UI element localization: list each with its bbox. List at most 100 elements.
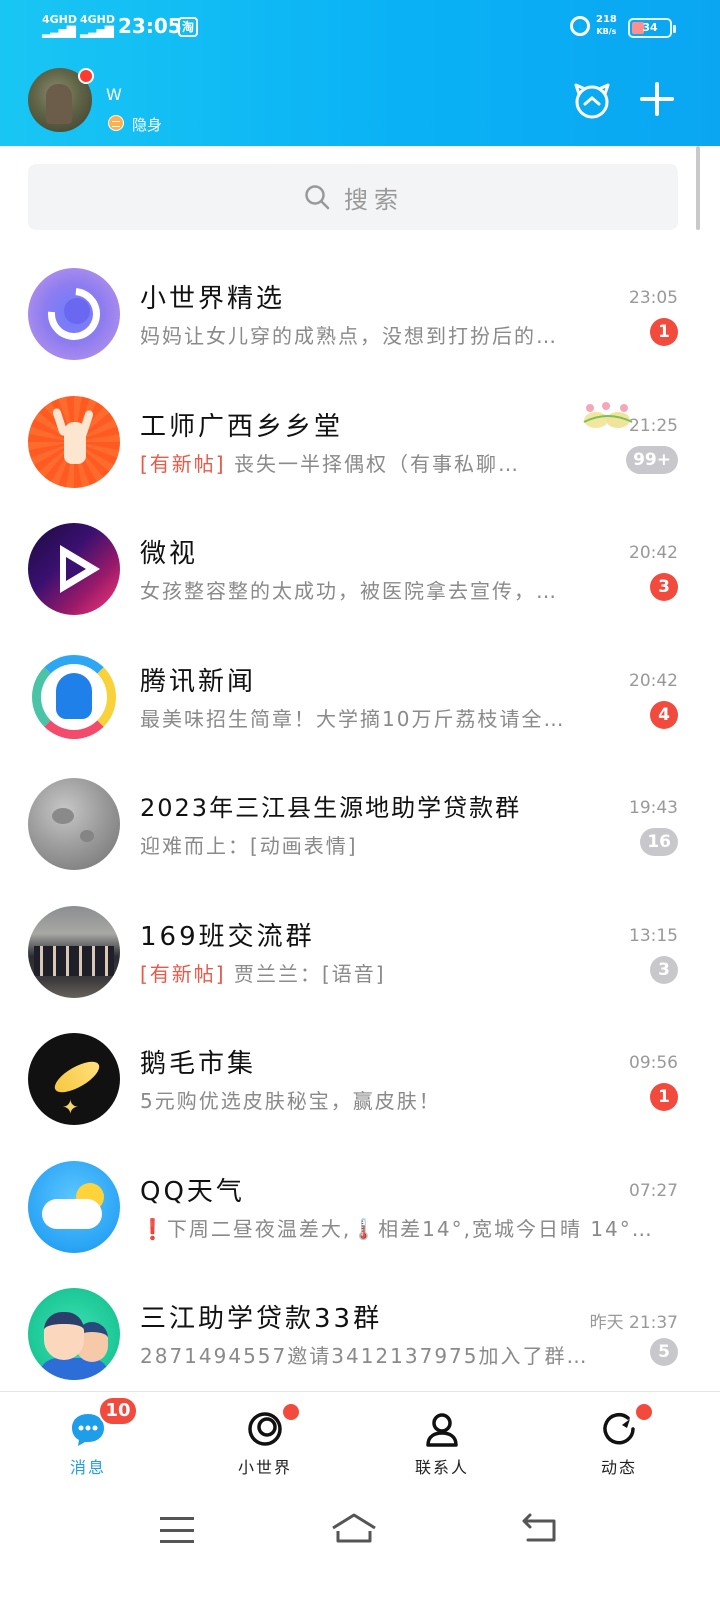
alarm-icon — [570, 16, 590, 36]
feeds-icon — [603, 1412, 635, 1445]
conversation-row[interactable]: 小世界精选 23:05 妈妈让女儿穿的成熟点，没想到打扮后的… 1 — [0, 250, 720, 378]
tab-contacts-label: 联系人 — [414, 1458, 469, 1477]
unread-badge: 5 — [650, 1338, 678, 1366]
conversation-name: QQ天气 — [140, 1176, 245, 1207]
conversation-preview: 迎难而上：[动画表情] — [140, 830, 605, 859]
conversation-time: 21:25 — [629, 415, 678, 436]
feather-avatar[interactable]: ✦ — [28, 1033, 120, 1125]
message-preview-text: 迎难而上：[动画表情] — [140, 834, 358, 858]
my-nickname[interactable]: W — [106, 85, 122, 104]
search-bar[interactable]: 搜索 — [28, 164, 678, 230]
back-icon[interactable] — [520, 1513, 558, 1543]
conversation-row[interactable]: 2023年三江县生源地助学贷款群 19:43 迎难而上：[动画表情] 16 — [0, 760, 720, 888]
conversation-name: 鹅毛市集 — [140, 1049, 257, 1079]
online-status-label[interactable]: 隐身 — [132, 114, 162, 135]
taobao-notification-icon: 淘 — [178, 17, 198, 37]
unread-badge: 1 — [650, 1083, 678, 1111]
conversation-row[interactable]: 工师广西乡乡堂 21:25 [有新帖] 丧失一半择偶权（有事私聊… 99+ — [0, 378, 720, 506]
tab-small-world-label: 小世界 — [237, 1458, 292, 1477]
signal-1: 4GHD ▂▃▅▇ — [42, 14, 77, 37]
tencent-news-avatar[interactable] — [28, 650, 120, 743]
conversation-time: 昨天 21:37 — [589, 1313, 678, 1333]
new-post-tag: [有新帖] — [140, 451, 226, 476]
conversation-row[interactable]: ✦ 鹅毛市集 09:56 5元购优选皮肤秘宝，赢皮肤！ 1 — [0, 1015, 720, 1143]
network-speed-unit: KB/s — [596, 27, 617, 36]
message-preview-text: 2871494557邀请3412137975加入了群聊。点… — [140, 1344, 605, 1368]
conversation-preview: [有新帖] 贾兰兰：[语音] — [140, 958, 605, 987]
tab-contacts[interactable]: 联系人 — [382, 1404, 502, 1484]
app-header: 4GHD ▂▃▅▇ 4GHD ▂▃▅▇ 23:05 淘 218 KB/s 34 … — [0, 0, 720, 146]
small-world-dot — [283, 1404, 299, 1420]
avatar-notification-dot — [78, 68, 94, 84]
tab-feeds-label: 动态 — [600, 1458, 637, 1477]
system-nav-bar — [0, 1491, 720, 1600]
menu-icon[interactable] — [160, 1517, 194, 1543]
conversation-time: 23:05 — [629, 288, 678, 308]
add-plus-icon[interactable] — [640, 82, 674, 116]
unread-badge: 3 — [650, 573, 678, 601]
message-preview-text: 女孩整容整的太成功，被医院拿去宣传，… — [140, 579, 558, 603]
bottom-tab-bar: 消息 10 小世界 联系人 动态 — [0, 1391, 720, 1491]
conversation-preview: 2871494557邀请3412137975加入了群聊。点… — [140, 1340, 605, 1369]
message-preview-text: ❗下周二昼夜温差大,🌡️相差14°,宽城今日晴 14°… — [140, 1216, 654, 1241]
unread-badge: 3 — [650, 955, 678, 984]
search-placeholder: 搜索 — [344, 186, 404, 214]
flower-sticker-icon — [583, 401, 633, 428]
tab-small-world[interactable]: 小世界 — [205, 1404, 325, 1484]
feeds-dot — [636, 1404, 652, 1420]
conversation-list: 小世界精选 23:05 妈妈让女儿穿的成熟点，没想到打扮后的… 1 工师广西乡乡… — [0, 250, 720, 1398]
conversation-time: 09:56 — [629, 1053, 678, 1073]
conversation-preview: ❗下周二昼夜温差大,🌡️相差14°,宽城今日晴 14°… — [140, 1213, 670, 1242]
battery-percent: 34 — [642, 21, 658, 34]
conversation-name: 微视 — [140, 539, 199, 569]
small-world-icon — [248, 1412, 282, 1446]
xiaoshijie-avatar[interactable] — [28, 268, 120, 360]
conversation-row[interactable]: QQ天气 07:27 ❗下周二昼夜温差大,🌡️相差14°,宽城今日晴 14°… — [0, 1143, 720, 1271]
network-speed-value: 218 — [596, 14, 617, 25]
conversation-preview: 妈妈让女儿穿的成熟点，没想到打扮后的… — [140, 320, 605, 349]
conversation-row[interactable]: 微视 20:42 女孩整容整的太成功，被医院拿去宣传，… 3 — [0, 505, 720, 633]
conversation-preview: [有新帖] 丧失一半择偶权（有事私聊… — [140, 448, 605, 477]
conversation-preview: 最美味招生简章！大学摘10万斤荔枝请全… — [140, 703, 605, 732]
unread-badge: 99+ — [626, 445, 678, 474]
message-preview-text: 贾兰兰：[语音] — [233, 961, 386, 986]
pet-icon[interactable] — [572, 80, 612, 120]
conversation-row[interactable]: 三江助学贷款33群 昨天 21:37 2871494557邀请341213797… — [0, 1270, 720, 1398]
conversation-time: 19:43 — [629, 798, 678, 818]
contacts-icon — [426, 1413, 458, 1447]
conversation-time: 07:27 — [629, 1180, 678, 1201]
message-preview-text: 5元购优选皮肤秘宝，赢皮肤！ — [140, 1089, 441, 1113]
home-icon[interactable] — [330, 1511, 378, 1545]
message-preview-text: 最美味招生简章！大学摘10万斤荔枝请全… — [140, 706, 566, 731]
conversation-name: 三江助学贷款33群 — [140, 1304, 383, 1334]
list-scrollbar[interactable] — [696, 146, 700, 230]
tab-messages-label: 消息 — [69, 1458, 106, 1477]
network-speed: 218 KB/s — [596, 14, 617, 38]
group-people-avatar[interactable] — [28, 1288, 120, 1380]
conversation-row[interactable]: 169班交流群 13:15 [有新帖] 贾兰兰：[语音] 3 — [0, 888, 720, 1016]
weishi-avatar[interactable] — [28, 523, 120, 615]
conversation-name: 工师广西乡乡堂 — [140, 411, 344, 442]
conversation-name: 小世界精选 — [140, 284, 286, 314]
unread-badge: 16 — [640, 828, 678, 856]
rock-hand-avatar[interactable] — [28, 395, 120, 488]
conversation-name: 2023年三江县生源地助学贷款群 — [140, 794, 522, 822]
conversation-row[interactable]: 腾讯新闻 20:42 最美味招生简章！大学摘10万斤荔枝请全… 4 — [0, 633, 720, 761]
status-bar: 4GHD ▂▃▅▇ 4GHD ▂▃▅▇ 23:05 淘 218 KB/s 34 — [0, 0, 720, 56]
search-icon — [305, 185, 330, 210]
conversation-preview: 女孩整容整的太成功，被医院拿去宣传，… — [140, 575, 605, 604]
signal-2: 4GHD ▂▃▅▇ — [80, 14, 115, 37]
battery-icon: 34 — [628, 18, 676, 38]
conversation-name: 169班交流群 — [140, 921, 315, 952]
conversation-time: 13:15 — [629, 925, 678, 946]
conversation-name: 腾讯新闻 — [140, 666, 257, 697]
online-status-icon[interactable] — [108, 115, 124, 131]
signal-1-bars-icon: ▂▃▅▇ — [42, 24, 76, 38]
status-time: 23:05 — [118, 14, 182, 38]
message-preview-text: 丧失一半择偶权（有事私聊… — [233, 451, 520, 476]
weather-avatar[interactable] — [28, 1160, 120, 1253]
tab-feeds[interactable]: 动态 — [559, 1404, 679, 1484]
unread-badge: 4 — [650, 700, 678, 729]
class-photo-avatar[interactable] — [28, 905, 120, 998]
moon-avatar[interactable] — [28, 778, 120, 870]
